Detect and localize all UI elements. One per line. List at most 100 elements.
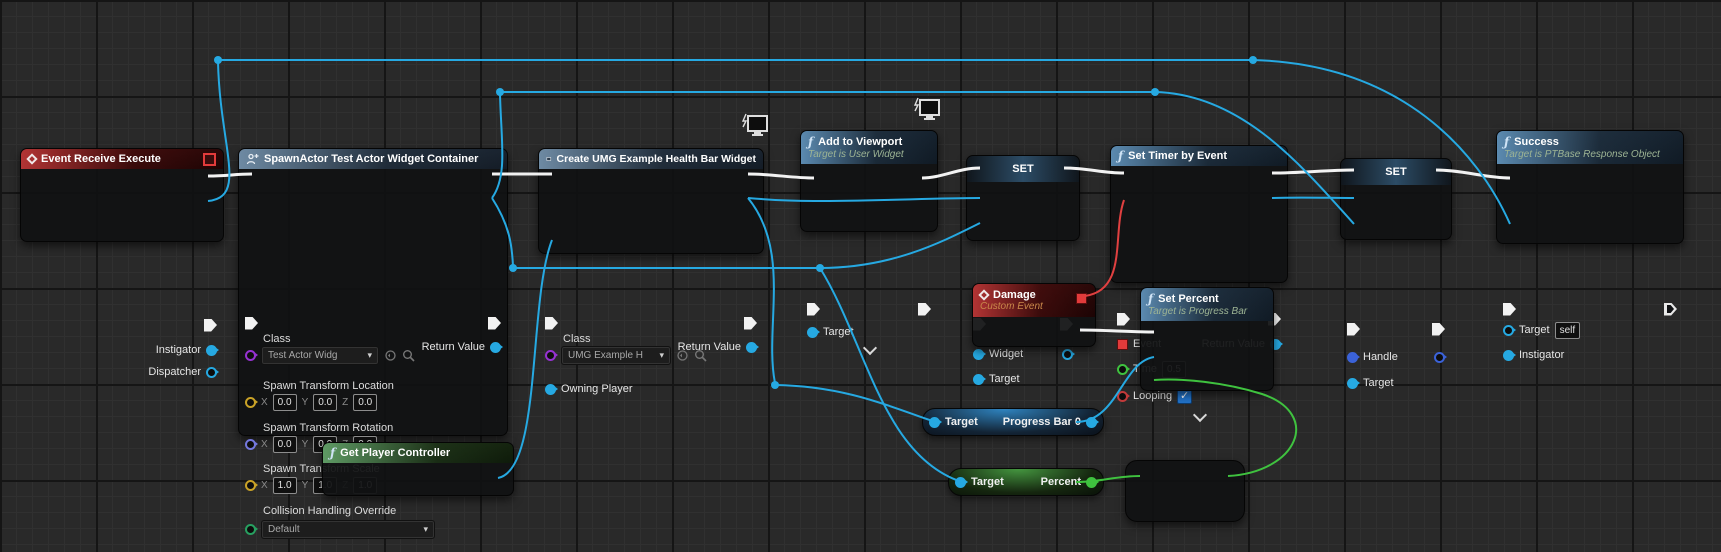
pin-label: Progress Bar 0 (1002, 416, 1081, 428)
handle-in-pin[interactable] (1347, 351, 1360, 363)
widget-in-pin[interactable] (973, 348, 986, 360)
collision-pin[interactable] (245, 523, 258, 535)
instigator-pin[interactable] (1503, 349, 1516, 361)
node-event-receive-execute[interactable]: Event Receive Execute Instigator Dispatc… (20, 148, 224, 378)
axis-y-label: Y (301, 438, 309, 450)
location-y-field[interactable]: 0.0 (313, 393, 338, 411)
node-set-timer[interactable]: ƒ Set Timer by Event Event Return Value … (1110, 145, 1288, 423)
target-pin[interactable] (929, 416, 942, 428)
collision-dropdown-value: Default (268, 523, 300, 535)
widget-out-pin[interactable] (1062, 348, 1075, 360)
pin-label: Dispatcher (148, 366, 201, 378)
exec-out-pin[interactable] (204, 318, 217, 332)
target-pin[interactable] (1347, 377, 1360, 389)
node-header[interactable]: ƒ Success Target is PTBase Response Obje… (1497, 131, 1683, 164)
expand-chevron[interactable] (862, 340, 878, 356)
owning-player-pin[interactable] (545, 383, 558, 395)
node-header[interactable]: SET (1341, 159, 1451, 185)
node-set-handle[interactable]: SET Handle Target (1340, 158, 1452, 389)
exec-in-pin[interactable] (1347, 322, 1360, 336)
reroute-dot[interactable] (816, 264, 824, 272)
reroute-dot[interactable] (1249, 56, 1257, 64)
collision-dropdown[interactable]: Default ▾ (261, 519, 435, 539)
use-asset-icon[interactable] (384, 349, 397, 362)
progress-bar-out-pin[interactable] (1086, 416, 1099, 428)
looping-pin[interactable] (1117, 390, 1130, 402)
delegate-pin[interactable] (203, 152, 216, 166)
reroute-dot[interactable] (771, 381, 779, 389)
pin-label: Widget (989, 348, 1024, 360)
exec-in-pin[interactable] (807, 302, 820, 316)
node-set-percent[interactable]: ƒ Set Percent Target is Progress Bar Tar… (1140, 287, 1274, 391)
reroute-dot[interactable] (1151, 88, 1159, 96)
node-subtitle: Target is Progress Bar (1148, 306, 1248, 317)
class-dropdown[interactable]: UMG Example H ▾ (561, 345, 671, 365)
exec-out-pin[interactable] (918, 302, 931, 316)
node-set-widget[interactable]: SET Widget Target (966, 155, 1080, 385)
reroute-dot[interactable] (214, 56, 222, 64)
node-success[interactable]: ƒ Success Target is PTBase Response Obje… (1496, 130, 1684, 361)
node-spawn-actor[interactable]: SpawnActor Test Actor Widget Container C… (238, 148, 508, 539)
spawn-actor-icon (246, 153, 259, 165)
percent-out-pin[interactable] (1086, 476, 1099, 488)
exec-in-pin[interactable] (545, 316, 558, 330)
node-header[interactable]: SpawnActor Test Actor Widget Container (239, 149, 507, 169)
exec-out-pin[interactable] (1664, 302, 1677, 316)
location-pin[interactable] (245, 396, 258, 408)
target-pin[interactable] (807, 326, 820, 338)
pin-label: Instigator (155, 344, 201, 356)
target-pin[interactable] (1503, 324, 1516, 336)
rotation-x-field[interactable]: 0.0 (272, 435, 297, 453)
node-add-to-viewport[interactable]: ƒ Add to Viewport Target is User Widget … (800, 130, 938, 356)
target-pin[interactable] (955, 476, 968, 488)
handle-out-pin[interactable] (1434, 351, 1447, 363)
location-z-field[interactable]: 0.0 (353, 393, 378, 411)
delegate-pin[interactable] (1076, 293, 1087, 304)
node-header[interactable]: Create UMG Example Health Bar Widget (539, 149, 763, 169)
pin-label: Looping (1133, 390, 1173, 402)
class-dropdown[interactable]: Test Actor Widg ▾ (261, 345, 379, 365)
scale-x-field[interactable]: 1.0 (272, 476, 297, 494)
node-get-progress-bar[interactable]: Target Progress Bar 0 (922, 408, 1104, 436)
return-value-pin[interactable] (490, 341, 503, 353)
return-value-pin[interactable] (746, 341, 759, 353)
node-header[interactable]: ƒ Get Player Controller (323, 443, 513, 463)
rotation-pin[interactable] (245, 438, 258, 450)
class-pin[interactable] (245, 349, 258, 361)
node-header[interactable]: Event Receive Execute (21, 149, 223, 169)
node-subtract[interactable]: – 0.05 Add pin (1125, 460, 1245, 522)
reroute-dot[interactable] (496, 88, 504, 96)
exec-out-pin[interactable] (488, 316, 501, 330)
event-delegate-pin[interactable] (1117, 338, 1128, 350)
exec-out-pin[interactable] (1432, 322, 1445, 336)
node-subtitle: Target is User Widget (808, 149, 904, 160)
time-pin[interactable] (1117, 363, 1130, 375)
node-header[interactable]: ƒ Set Timer by Event (1111, 146, 1287, 166)
class-label: Class (263, 333, 291, 345)
browse-asset-icon[interactable] (402, 349, 415, 362)
scale-pin[interactable] (245, 479, 258, 491)
node-get-player-controller[interactable]: ƒ Get Player Controller Player Index 0 R… (322, 442, 514, 496)
node-create-widget[interactable]: Create UMG Example Health Bar Widget Cla… (538, 148, 764, 395)
exec-in-pin[interactable] (1503, 302, 1516, 316)
expand-chevron[interactable] (1192, 407, 1208, 423)
blueprint-canvas[interactable]: Event Receive Execute Instigator Dispatc… (0, 0, 1721, 552)
node-get-percent[interactable]: Target Percent (948, 468, 1104, 496)
exec-in-pin[interactable] (1117, 312, 1130, 326)
exec-in-pin[interactable] (245, 316, 258, 330)
node-title: SET (1012, 163, 1034, 175)
node-header[interactable]: SET (967, 156, 1079, 182)
location-x-field[interactable]: 0.0 (272, 393, 297, 411)
node-title: Damage (993, 289, 1036, 301)
node-header[interactable]: ƒ Add to Viewport Target is User Widget (801, 131, 937, 164)
node-header[interactable]: ƒ Set Percent Target is Progress Bar (1141, 288, 1273, 321)
exec-out-pin[interactable] (744, 316, 757, 330)
instigator-out-pin[interactable] (206, 344, 219, 356)
class-pin[interactable] (545, 349, 558, 361)
dispatcher-out-pin[interactable] (206, 366, 219, 378)
target-pin[interactable] (973, 373, 986, 385)
target-field[interactable]: self (1554, 321, 1581, 339)
chevron-down-icon: ▾ (659, 349, 664, 360)
reroute-dot[interactable] (509, 264, 517, 272)
node-damage-event[interactable]: Damage Custom Event (972, 283, 1096, 347)
